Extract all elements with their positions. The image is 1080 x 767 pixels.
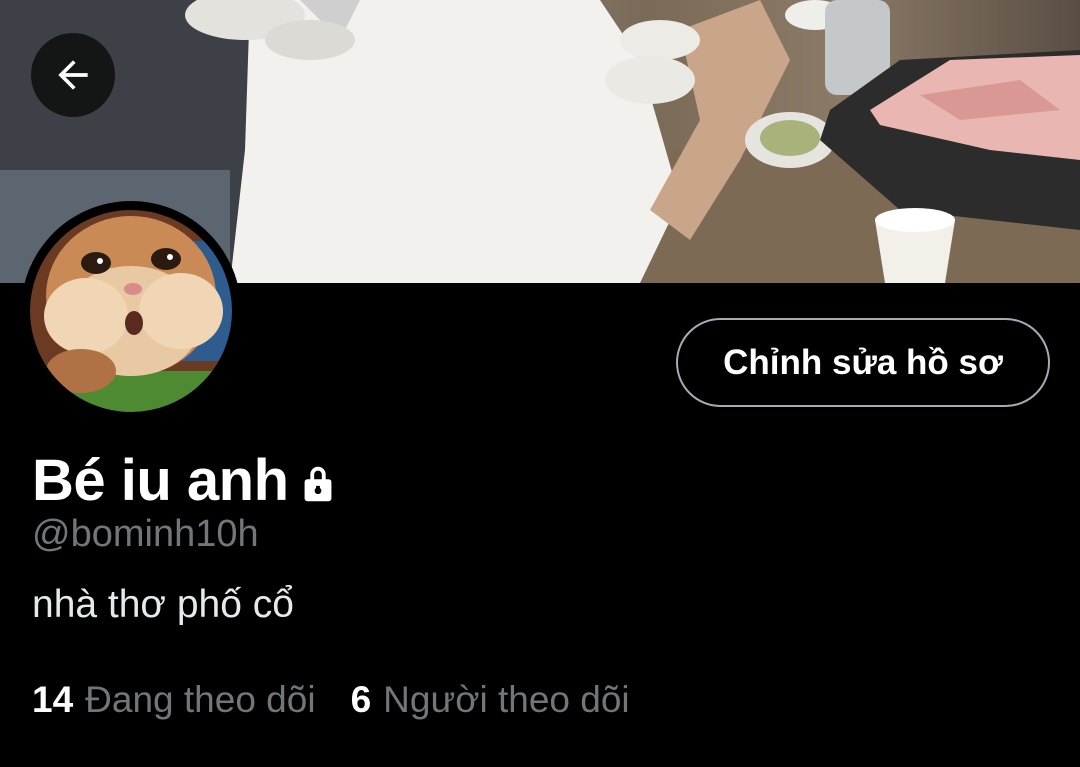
following-label: Đang theo dõi [85, 679, 316, 720]
display-name: Bé iu anh [32, 447, 289, 513]
followers-label: Người theo dõi [383, 679, 630, 720]
profile-page: Chỉnh sửa hồ sơ Bé iu anh @bominh10h nhà… [0, 0, 1080, 767]
profile-bio: nhà thơ phố cổ [32, 583, 294, 626]
lock-icon [295, 461, 341, 507]
followers-count: 6 [350, 679, 372, 720]
following-link[interactable]: 14 Đang theo dõi [32, 679, 316, 721]
profile-name-row: Bé iu anh [32, 445, 341, 515]
avatar-image [24, 204, 238, 418]
edit-profile-button[interactable]: Chỉnh sửa hồ sơ [676, 318, 1050, 407]
back-button[interactable] [31, 33, 115, 117]
avatar[interactable] [21, 201, 241, 421]
username-handle: @bominh10h [32, 513, 259, 555]
following-count: 14 [32, 679, 74, 720]
followers-link[interactable]: 6 Người theo dõi [351, 679, 630, 721]
follow-stats: 14 Đang theo dõi 6 Người theo dõi [32, 679, 630, 721]
arrow-left-icon [58, 60, 88, 90]
